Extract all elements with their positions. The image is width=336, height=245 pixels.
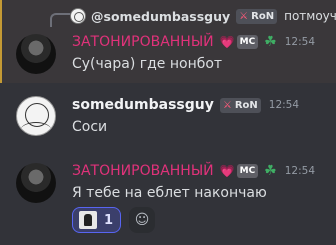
message-header: ЗАТОНИРОВАННЫЙ 💗 MC ☘ 12:54 [72,32,315,52]
author-name[interactable]: ЗАТОНИРОВАННЫЙ [72,163,214,179]
role-badge: MC [236,164,259,178]
custom-emoji-icon [79,211,97,229]
avatar[interactable] [16,163,56,203]
clover-icon: ☘ [264,163,277,179]
author-name[interactable]: ЗАТОНИРОВАННЫЙ [72,34,214,50]
reply-preview[interactable]: @somedumbassguy ⚔RoN потмоучто [70,7,336,25]
reaction-count: 1 [104,212,114,228]
avatar[interactable] [16,34,56,74]
message-header: somedumbassguy ⚔ RoN 12:54 [72,95,299,115]
timestamp: 12:54 [284,165,315,177]
avatar[interactable] [16,96,56,136]
reply-spine [50,13,70,27]
add-reaction-button[interactable]: ☺ [129,207,156,233]
message-header: ЗАТОНИРОВАННЫЙ 💗 MC ☘ 12:54 [72,161,315,181]
reply-avatar [70,8,86,24]
timestamp: 12:54 [268,99,300,111]
reaction-button[interactable]: 1 [72,207,122,233]
reply-text: потмоучто [284,9,336,23]
clover-icon: ☘ [264,34,277,50]
sword-icon: ⚔ [239,10,249,22]
reply-author-tag: ⚔ RoN [236,8,278,24]
mention-highlight-bar [0,0,2,83]
pink-heart-icon: 💗 [219,35,235,49]
message-text: Су(чара) где нонбот [72,56,223,72]
message-text: Соси [72,119,108,135]
reply-author[interactable]: @somedumbassguy [91,9,230,24]
message-highlighted[interactable]: @somedumbassguy ⚔RoN потмоучто ЗАТОНИРОВ… [0,0,336,83]
message[interactable]: somedumbassguy ⚔ RoN 12:54 Соси [0,83,336,153]
sword-icon: ⚔ [222,99,232,111]
message[interactable]: ЗАТОНИРОВАННЫЙ 💗 MC ☘ 12:54 Я тебе на еб… [0,153,336,245]
author-tag: ⚔ RoN [219,97,261,113]
reactions-bar: 1 ☺ [72,207,156,233]
author-name[interactable]: somedumbassguy [72,97,214,113]
pink-heart-icon: 💗 [219,164,235,178]
timestamp: 12:54 [284,36,315,48]
role-badge: MC [236,35,259,49]
message-text: Я тебе на еблет накончаю [72,185,267,201]
smiley-icon: ☺ [134,212,150,228]
